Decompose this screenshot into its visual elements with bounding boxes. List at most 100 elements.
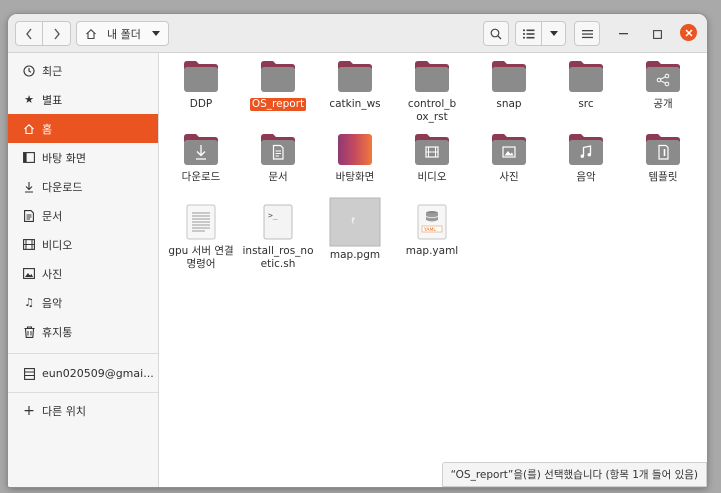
close-button[interactable]	[680, 24, 697, 41]
clock-icon	[22, 64, 36, 77]
file-item-music[interactable]: 음악	[549, 133, 623, 184]
file-item-install-ros-noetic[interactable]: >_ install_ros_noetic.sh	[241, 204, 315, 271]
location-button[interactable]: 내 폴더	[76, 21, 169, 46]
folder-icon	[184, 61, 218, 92]
account-icon	[22, 367, 36, 380]
file-item-documents[interactable]: 문서	[241, 133, 315, 184]
video-icon	[22, 239, 36, 250]
file-item-os-report[interactable]: OS_report	[241, 60, 315, 111]
list-view-button[interactable]	[515, 21, 542, 46]
sidebar-item-home[interactable]: 홈	[8, 114, 158, 143]
sidebar-item-label: 비디오	[42, 238, 73, 252]
file-name: 템플릿	[648, 171, 678, 183]
folder-picture-icon	[492, 134, 526, 165]
file-name: DDP	[189, 98, 213, 110]
file-name: map.pgm	[329, 249, 381, 261]
download-icon	[22, 181, 36, 193]
file-item-snap[interactable]: snap	[472, 60, 546, 111]
sidebar-item-pictures[interactable]: 사진	[8, 259, 158, 288]
file-item-videos[interactable]: 비디오	[395, 133, 469, 184]
document-icon	[22, 209, 36, 222]
sidebar-item-label: 사진	[42, 267, 63, 281]
sidebar-item-account[interactable]: eun020509@gmai...	[8, 359, 158, 388]
file-name: OS_report	[249, 98, 307, 111]
file-name: 비디오	[417, 171, 447, 183]
folder-share-icon	[646, 61, 680, 92]
star-icon: ★	[24, 93, 34, 106]
file-name: 다운로드	[181, 171, 221, 183]
file-item-map-pgm[interactable]: map.pgm	[318, 197, 392, 262]
plus-icon: +	[23, 402, 35, 419]
folder-icon	[261, 61, 295, 92]
file-name: install_ros_noetic.sh	[242, 245, 314, 270]
folder-desktop-icon	[338, 134, 372, 165]
sidebar-item-label: 별표	[42, 93, 63, 107]
sidebar-item-documents[interactable]: 문서	[8, 201, 158, 230]
file-name: 문서	[268, 171, 288, 183]
image-thumbnail-icon	[329, 197, 381, 247]
file-name: 바탕화면	[335, 171, 375, 183]
file-item-desktop[interactable]: 바탕화면	[318, 133, 392, 184]
file-name: src	[578, 98, 594, 110]
folder-music-icon	[569, 134, 603, 165]
folder-icon	[492, 61, 526, 92]
desktop-icon	[22, 152, 36, 163]
file-item-src[interactable]: src	[549, 60, 623, 111]
svg-text:YAML: YAML	[423, 227, 436, 233]
svg-text:>_: >_	[268, 211, 278, 220]
file-item-templates[interactable]: 템플릿	[626, 133, 700, 184]
sidebar-item-label: 음악	[42, 296, 63, 310]
file-item-public[interactable]: 공개	[626, 60, 700, 111]
folder-video-icon	[415, 134, 449, 165]
caret-down-icon	[152, 31, 160, 36]
sidebar-item-desktop[interactable]: 바탕 화면	[8, 143, 158, 172]
sidebar-divider	[8, 392, 158, 393]
sidebar-item-label: eun020509@gmai...	[42, 367, 154, 380]
picture-icon	[22, 268, 36, 279]
script-file-icon: >_	[263, 204, 293, 240]
sidebar-item-starred[interactable]: ★ 별표	[8, 85, 158, 114]
trash-icon	[22, 325, 36, 338]
file-item-control-box-rst[interactable]: control_box_rst	[395, 60, 469, 124]
sidebar-item-other-locations[interactable]: + 다른 위치	[8, 396, 158, 425]
sidebar-item-recent[interactable]: 최근	[8, 56, 158, 85]
folder-download-icon	[184, 134, 218, 165]
file-name: catkin_ws	[329, 98, 381, 110]
yaml-file-icon: YAML	[417, 204, 447, 240]
folder-document-icon	[261, 134, 295, 165]
text-file-icon	[186, 204, 216, 240]
file-name: snap	[496, 98, 522, 110]
back-button[interactable]	[15, 21, 43, 46]
sidebar-item-label: 바탕 화면	[42, 151, 86, 165]
file-item-pictures[interactable]: 사진	[472, 133, 546, 184]
file-item-map-yaml[interactable]: YAML map.yaml	[395, 204, 469, 258]
maximize-icon	[652, 29, 662, 39]
view-dropdown-button[interactable]	[542, 21, 566, 46]
minimize-button[interactable]	[615, 26, 631, 42]
forward-button[interactable]	[43, 21, 71, 46]
search-button[interactable]	[483, 21, 509, 46]
home-icon	[85, 28, 97, 40]
sidebar-item-trash[interactable]: 휴지통	[8, 317, 158, 346]
folder-template-icon	[646, 134, 680, 165]
sidebar-item-downloads[interactable]: 다운로드	[8, 172, 158, 201]
folder-icon	[338, 61, 372, 92]
sidebar-item-videos[interactable]: 비디오	[8, 230, 158, 259]
sidebar-item-label: 최근	[42, 64, 63, 78]
view-options	[515, 21, 566, 46]
file-item-gpu-server-commands[interactable]: gpu 서버 연결 명령어	[164, 204, 238, 271]
file-item-downloads[interactable]: 다운로드	[164, 133, 238, 184]
chevron-left-icon	[26, 28, 32, 39]
file-item-catkin-ws[interactable]: catkin_ws	[318, 60, 392, 111]
home-icon	[22, 123, 36, 135]
navigation-buttons	[15, 21, 71, 46]
location-label: 내 폴더	[107, 27, 141, 41]
file-name: 음악	[576, 171, 596, 183]
sidebar-item-label: 홈	[42, 122, 53, 136]
file-name: gpu 서버 연결 명령어	[168, 245, 234, 270]
sidebar-item-music[interactable]: ♫ 음악	[8, 288, 158, 317]
file-item-ddp[interactable]: DDP	[164, 60, 238, 111]
maximize-button[interactable]	[649, 26, 665, 42]
menu-button[interactable]	[574, 21, 600, 46]
sidebar-item-label: 다운로드	[42, 180, 83, 194]
